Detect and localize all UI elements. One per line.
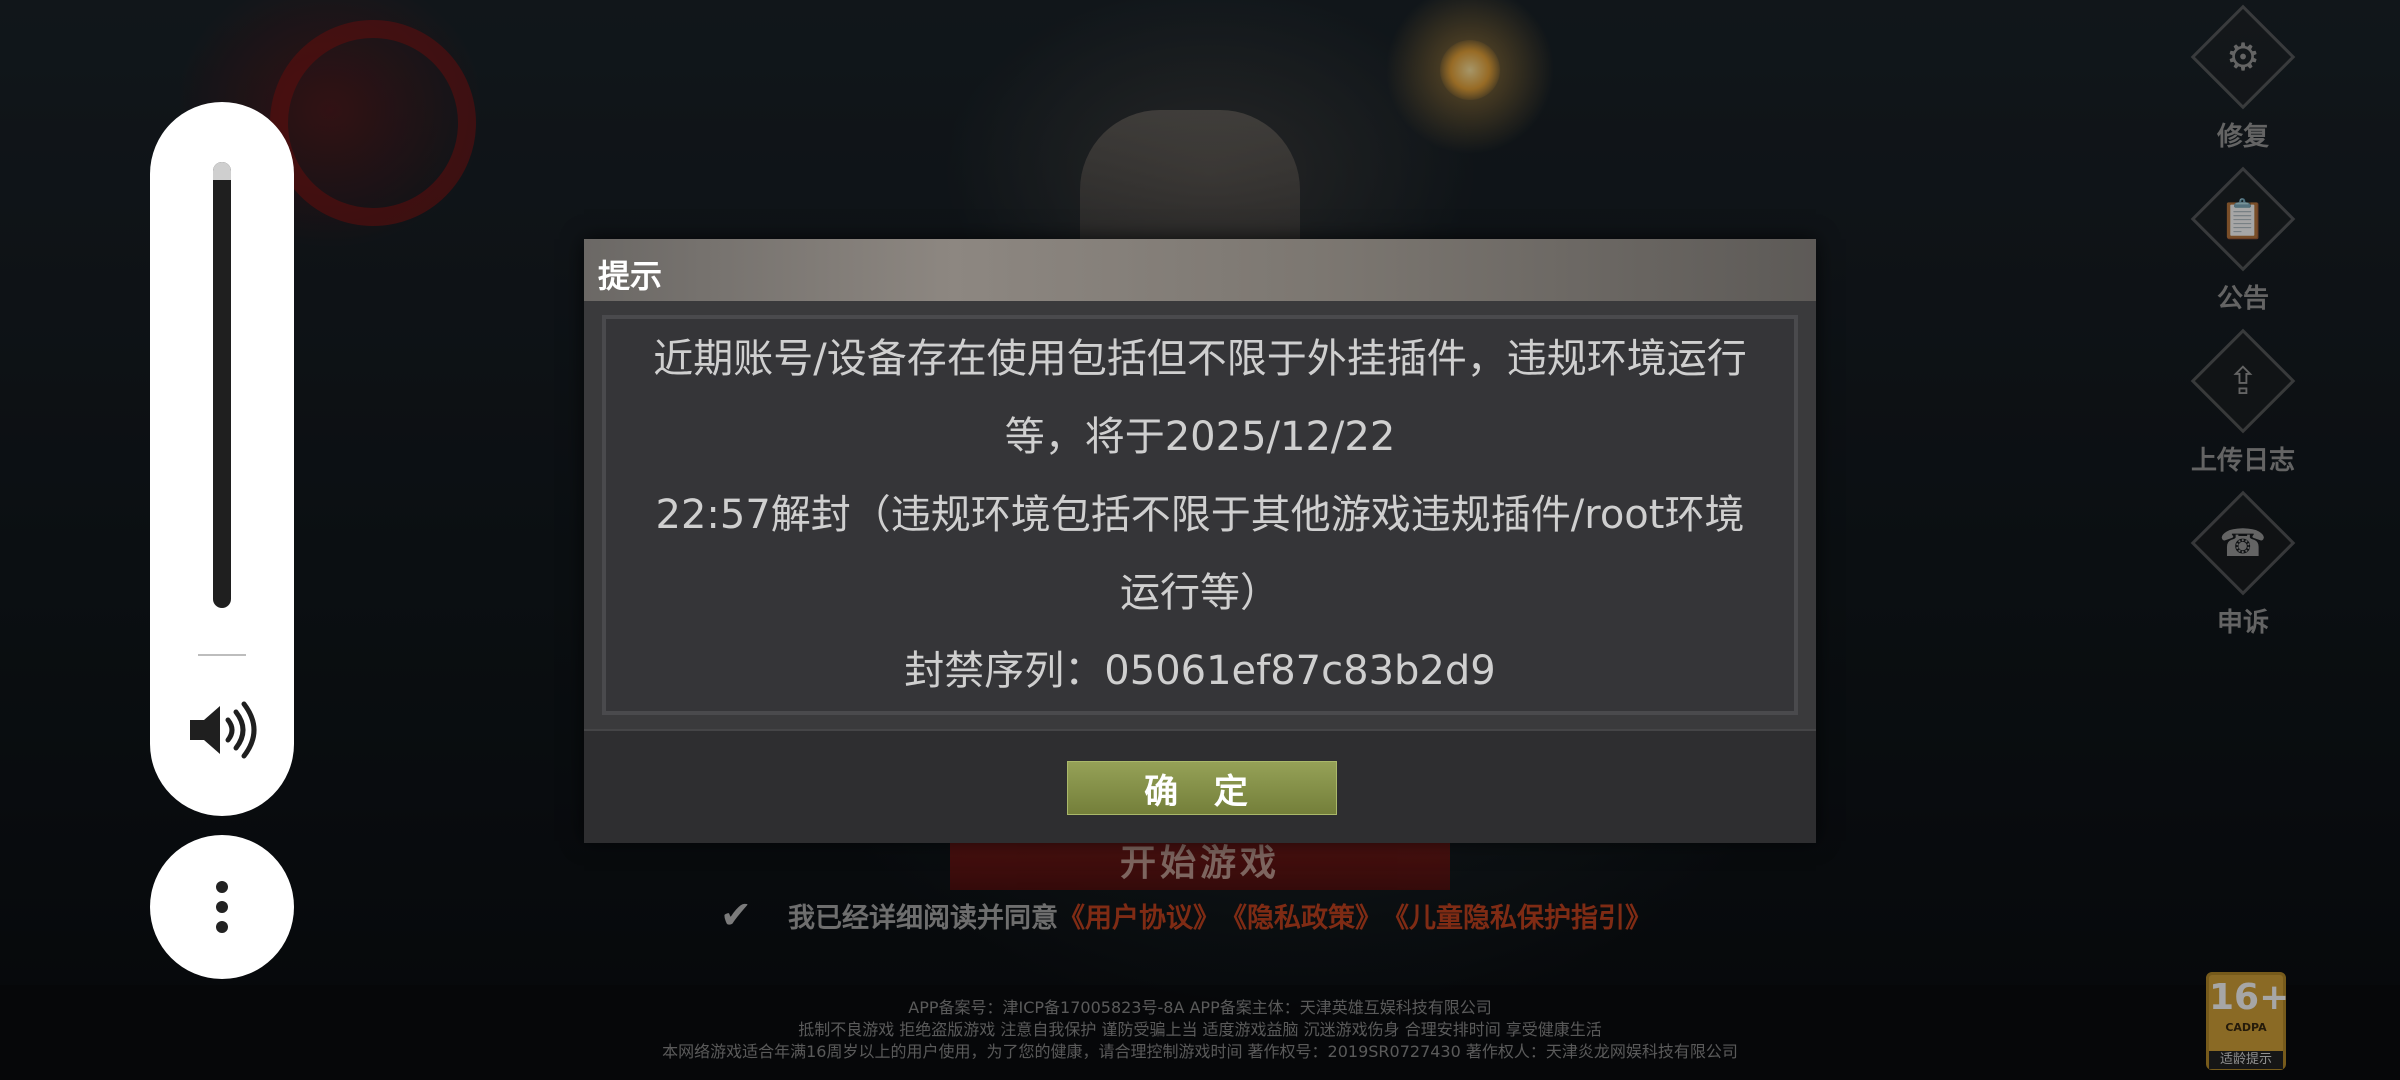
dialog-message: 近期账号/设备存在使用包括但不限于外挂插件，违规环境运行 等，将于2025/12… [602, 315, 1798, 715]
message-line: 等，将于2025/12/22 [1004, 414, 1396, 460]
message-line: 运行等） [1120, 570, 1280, 616]
confirm-button[interactable]: 确 定 [1067, 761, 1337, 815]
dialog-header: 提示 [584, 239, 1816, 301]
ban-notice-dialog: 提示 近期账号/设备存在使用包括但不限于外挂插件，违规环境运行 等，将于2025… [584, 239, 1816, 843]
volume-slider[interactable] [213, 162, 231, 608]
volume-panel [150, 102, 294, 816]
message-line: 22:57解封（违规环境包括不限于其他游戏违规插件/root环境 [655, 492, 1745, 538]
ban-serial-line: 封禁序列：05061ef87c83b2d9 [904, 648, 1496, 694]
volume-level-fill [213, 162, 231, 180]
more-vertical-icon [216, 881, 228, 933]
message-line: 近期账号/设备存在使用包括但不限于外挂插件，违规环境运行 [653, 336, 1747, 382]
more-options-button[interactable] [150, 835, 294, 979]
speaker-icon[interactable] [186, 698, 258, 762]
volume-divider [198, 654, 246, 656]
dialog-title: 提示 [598, 257, 663, 295]
dialog-footer: 确 定 [584, 729, 1816, 843]
